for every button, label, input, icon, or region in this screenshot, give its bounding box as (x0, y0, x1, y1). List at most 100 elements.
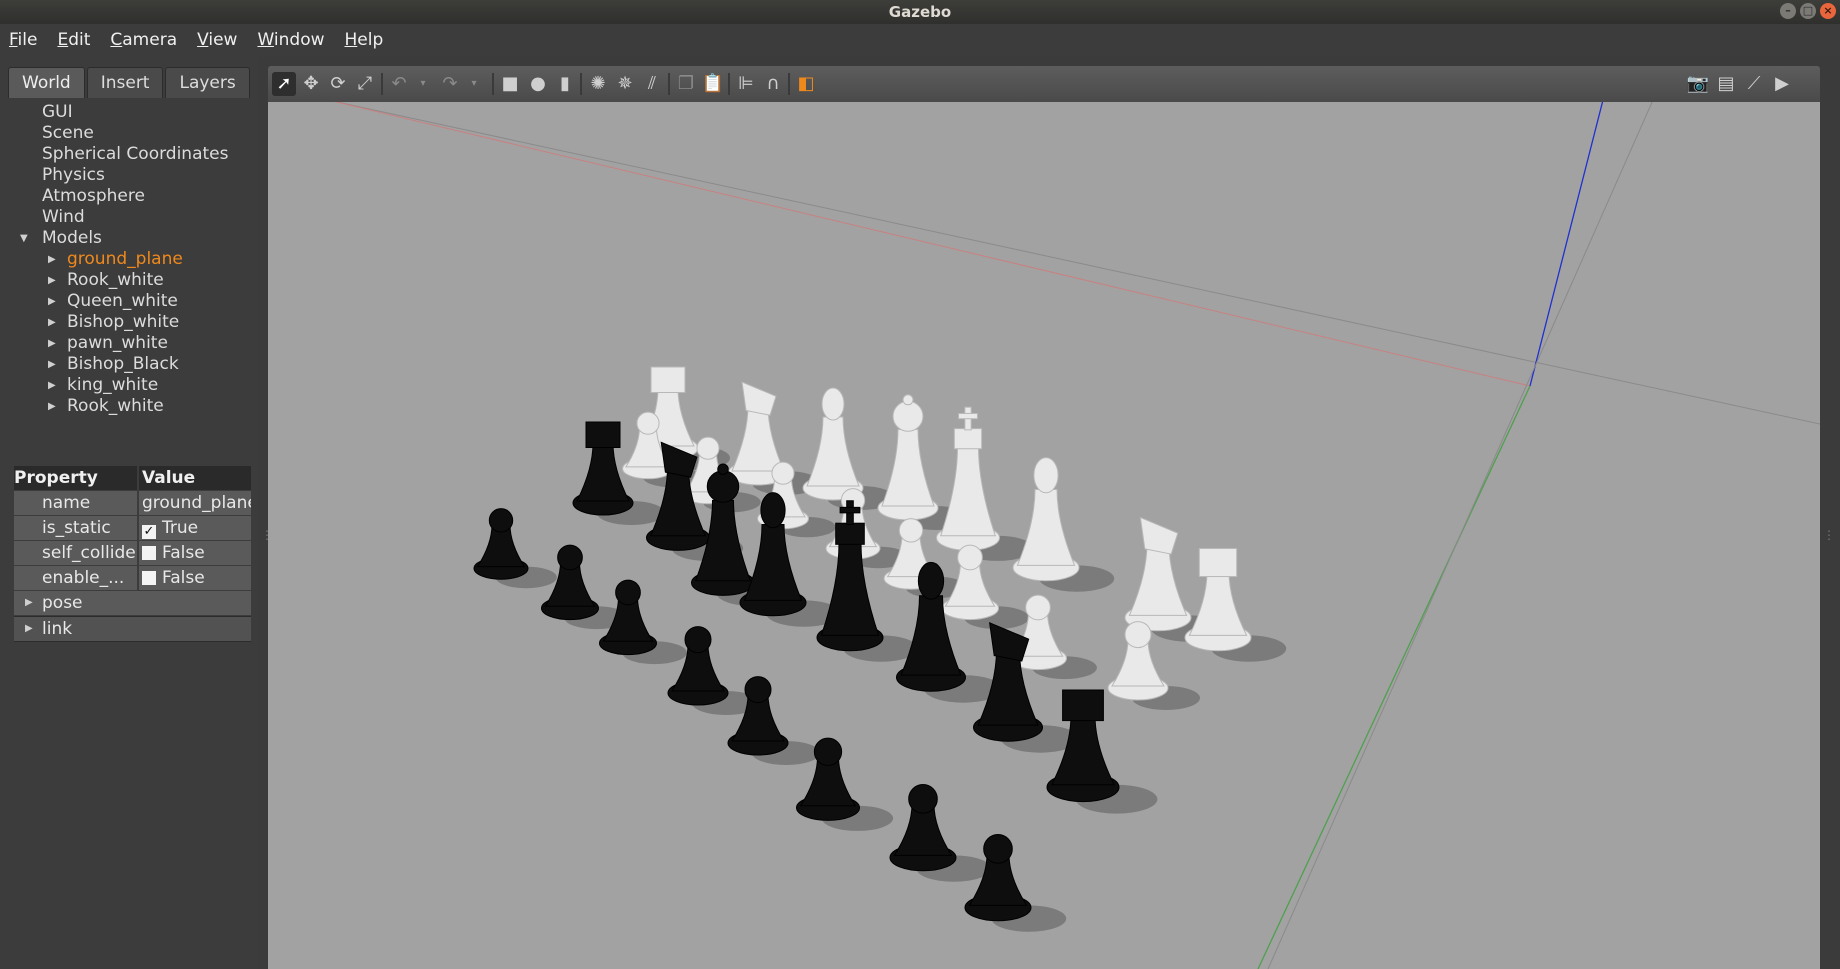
expand-down-icon[interactable]: ▼ (20, 228, 28, 249)
menu-file[interactable]: File (0, 24, 47, 57)
tab-insert[interactable]: Insert (86, 67, 164, 98)
menu-edit[interactable]: Edit (47, 24, 100, 57)
maximize-button[interactable]: □ (1800, 3, 1816, 19)
grid-line (1267, 102, 1653, 969)
properties-header: Property Value (14, 466, 251, 490)
tree-model-king-white[interactable]: ▶ king_white (12, 375, 250, 396)
tree-model-rook-white[interactable]: ▶ Rook_white (12, 270, 250, 291)
tree-model-bishop-white[interactable]: ▶ Bishop_white (12, 312, 250, 333)
cylinder-shape-icon[interactable]: ▮ (553, 72, 577, 96)
expand-right-icon[interactable]: ▶ (48, 396, 56, 417)
property-column-header: Property (14, 466, 137, 490)
screenshot-icon[interactable]: 📷 (1686, 72, 1710, 96)
expand-right-icon[interactable]: ▶ (48, 270, 56, 291)
enable-checkbox[interactable] (142, 571, 156, 585)
scene-toolbar: ➚ ✥ ⟳ ⤢ ↶ ▾ ↷ ▾ ■ ● ▮ ✺ ✵ ⫽ ❐ 📋 ⊫ ∩ ◧ 📷 … (268, 66, 1820, 102)
tree-item-spherical-coordinates[interactable]: Spherical Coordinates (12, 144, 250, 165)
x-axis-line (334, 102, 1531, 387)
log-icon[interactable]: ▤ (1714, 72, 1738, 96)
expand-right-icon[interactable]: ▶ (25, 591, 33, 615)
white-bishop-piece[interactable] (1012, 457, 1115, 592)
tree-model-pawn-white[interactable]: ▶ pawn_white (12, 333, 250, 354)
name-value[interactable]: ground_plane (137, 491, 251, 515)
snap-icon[interactable]: ∩ (761, 72, 785, 96)
white-rook-piece[interactable] (1184, 548, 1287, 662)
tree-item-gui[interactable]: GUI (12, 102, 250, 123)
view-angle-icon[interactable]: ◧ (794, 72, 818, 96)
property-row-name: name ground_plane (14, 491, 251, 515)
left-panel-tabs: World Insert Layers (8, 67, 252, 98)
black-pawn-piece[interactable] (473, 508, 557, 589)
property-row-self-collide: self_collide False (14, 541, 251, 565)
menu-help[interactable]: Help (335, 24, 394, 57)
expand-right-icon[interactable]: ▶ (48, 354, 56, 375)
align-icon[interactable]: ⊫ (734, 72, 758, 96)
undo-icon[interactable]: ↶ (387, 72, 411, 96)
grid-line (334, 102, 1820, 425)
scene-render[interactable] (268, 102, 1820, 969)
menu-view[interactable]: View (187, 24, 247, 57)
value-column-header: Value (137, 466, 251, 490)
select-mode-icon[interactable]: ➚ (272, 72, 296, 96)
world-tree: GUI Scene Spherical Coordinates Physics … (12, 102, 250, 452)
plot-icon[interactable]: ⟋ (1742, 72, 1766, 96)
white-king-piece[interactable] (936, 406, 1034, 561)
black-pawn-piece[interactable] (889, 784, 992, 882)
tree-item-atmosphere[interactable]: Atmosphere (12, 186, 250, 207)
record-video-icon[interactable]: ▶ (1770, 72, 1794, 96)
z-axis-line (1529, 102, 1604, 387)
window-title: Gazebo (888, 3, 952, 21)
sphere-shape-icon[interactable]: ● (526, 72, 550, 96)
right-splitter-handle[interactable]: ⋮ (1823, 528, 1835, 542)
minimize-button[interactable]: – (1780, 3, 1796, 19)
left-panel: World Insert Layers GUI Scene Spherical … (0, 57, 258, 969)
tree-item-models[interactable]: ▼ Models (12, 228, 250, 249)
menu-camera[interactable]: Camera (100, 24, 187, 57)
undo-history-icon[interactable]: ▾ (411, 72, 435, 96)
tree-model-queen-white[interactable]: ▶ Queen_white (12, 291, 250, 312)
menu-bar: File Edit Camera View Window Help (0, 24, 1840, 57)
expand-right-icon[interactable]: ▶ (48, 333, 56, 354)
3d-viewport[interactable] (268, 102, 1820, 969)
black-pawn-piece[interactable] (727, 676, 820, 765)
is-static-checkbox[interactable]: ✓ (142, 525, 156, 539)
property-row-enable-wind: enable_... False (14, 566, 251, 590)
translate-mode-icon[interactable]: ✥ (299, 72, 323, 96)
paste-icon[interactable]: 📋 (701, 72, 725, 96)
expand-right-icon[interactable]: ▶ (48, 291, 56, 312)
spot-light-icon[interactable]: ✵ (613, 72, 637, 96)
tree-model-bishop-black[interactable]: ▶ Bishop_Black (12, 354, 250, 375)
black-pawn-piece[interactable] (667, 626, 760, 715)
expand-right-icon[interactable]: ▶ (25, 617, 33, 641)
directional-light-icon[interactable]: ⫽ (640, 72, 664, 96)
tree-model-ground-plane[interactable]: ▶ ground_plane (12, 249, 250, 270)
tab-layers[interactable]: Layers (165, 67, 250, 98)
tree-item-physics[interactable]: Physics (12, 165, 250, 186)
title-bar: Gazebo – □ × (0, 0, 1840, 24)
close-button[interactable]: × (1820, 3, 1836, 19)
expand-right-icon[interactable]: ▶ (48, 312, 56, 333)
tree-model-rook-white-2[interactable]: ▶ Rook_white (12, 396, 250, 417)
tree-item-wind[interactable]: Wind (12, 207, 250, 228)
menu-window[interactable]: Window (247, 24, 334, 57)
chess-pieces (473, 366, 1287, 932)
property-group-pose[interactable]: ▶ pose (14, 591, 251, 615)
rotate-mode-icon[interactable]: ⟳ (326, 72, 350, 96)
box-shape-icon[interactable]: ■ (498, 72, 522, 96)
black-rook-piece[interactable] (1046, 689, 1158, 814)
expand-right-icon[interactable]: ▶ (48, 375, 56, 396)
expand-right-icon[interactable]: ▶ (48, 249, 56, 270)
tree-item-scene[interactable]: Scene (12, 123, 250, 144)
property-group-link[interactable]: ▶ link (14, 616, 251, 642)
property-row-is-static: is_static ✓ True (14, 516, 251, 540)
tab-world[interactable]: World (8, 67, 85, 98)
scale-mode-icon[interactable]: ⤢ (353, 72, 377, 96)
y-axis-line (1257, 385, 1531, 969)
redo-icon[interactable]: ↷ (438, 72, 462, 96)
copy-icon[interactable]: ❐ (674, 72, 698, 96)
properties-table: Property Value name ground_plane is_stat… (14, 466, 251, 643)
redo-history-icon[interactable]: ▾ (462, 72, 486, 96)
point-light-icon[interactable]: ✺ (586, 72, 610, 96)
black-pawn-piece[interactable] (964, 834, 1067, 932)
self-collide-checkbox[interactable] (142, 546, 156, 560)
